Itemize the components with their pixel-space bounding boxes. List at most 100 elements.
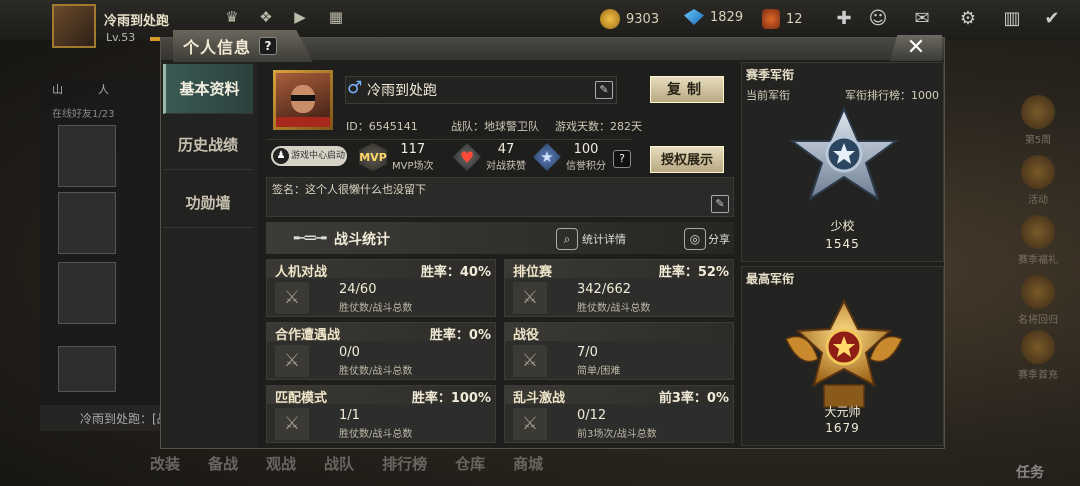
player-avatar[interactable] [273,70,333,130]
game-center-launch[interactable]: ♟ 游戏中心启动 [271,146,347,166]
share-link[interactable]: ◎ 分享 [684,228,730,250]
current-rank-label: 当前军衔 [746,89,790,102]
close-button[interactable]: ✕ [890,35,942,61]
edit-signature-icon[interactable]: ✎ [711,195,729,213]
signature-text: 签名：这个人很懒什么也没留下 [272,183,426,196]
mail-icon[interactable]: ✉ [910,8,934,30]
mode-rate: 胜率：100% [411,391,491,406]
avatar[interactable] [52,4,96,48]
friends-tab-1[interactable]: 山 [52,81,63,97]
mode-sub: 胜仗数/战斗总数 [339,429,413,440]
credit-label: 信誉积分 [566,161,606,172]
nav-ranking[interactable]: 排行榜 [382,453,427,474]
likes-stat: ♥ 47 对战获赞 [453,142,526,172]
nav-warehouse[interactable]: 仓库 [455,453,485,474]
current-rank-panel: 赛季军衔 当前军衔 军衔排行榜：1000 少校 1545 [741,62,944,262]
tab-honor-wall[interactable]: 功勋墙 [163,178,253,228]
major-rank-badge-icon [788,107,900,202]
magnifier-icon: ⌕ [556,228,578,250]
mode-rate: 前3率：0% [658,391,729,406]
mode-value: 0/12 [577,408,607,423]
mode-sub: 胜仗数/战斗总数 [339,366,413,377]
play-days: 游戏天数：282天 [555,120,642,133]
player-id: ID：6545141 [346,120,418,133]
book-icon[interactable]: ▥ [1000,8,1024,30]
player-team: 战队：地球警卫队 [451,120,539,133]
gear-icon[interactable]: ⚙ [956,8,980,30]
gem-icon [684,9,704,25]
launch-label: 游戏中心启动 [291,151,346,161]
mode-value: 24/60 [339,282,377,297]
mode-value: 1/1 [339,408,360,423]
mission-button[interactable]: 任务 [1016,462,1044,482]
friend-card[interactable] [58,262,116,324]
mode-card-coop[interactable]: 合作遭遇战 胜率：0% ⚔ 0/0 胜仗数/战斗总数 [266,322,496,380]
stats-detail-link[interactable]: ⌕ 统计详情 [556,228,626,250]
mode-sub: 前3场次/战斗总数 [577,429,657,440]
friend-card[interactable] [58,346,116,392]
mode-sub: 胜仗数/战斗总数 [577,303,651,314]
plus-icon[interactable]: ✚ [832,8,856,30]
highest-rank-panel: 最高军衔 大元帅 1679 [741,266,944,446]
nav-prepare[interactable]: 备战 [208,453,238,474]
current-rank-name: 少校 [830,219,855,233]
crown-icon[interactable]: ♛ [222,8,242,28]
mode-card-ranked[interactable]: 排位赛 胜率：52% ⚔ 342/662 胜仗数/战斗总数 [504,259,734,317]
season-rank-title: 赛季军衔 [746,68,795,82]
right-item-week[interactable]: 第5周 [1012,95,1064,146]
mode-card-match[interactable]: 匹配模式 胜率：100% ⚔ 1/1 胜仗数/战斗总数 [266,385,496,443]
right-item-activity[interactable]: 活动 [1012,155,1064,206]
authorize-display-button[interactable]: 授权展示 [650,146,724,173]
mode-name: 匹配模式 [275,391,328,406]
tab-basic-info[interactable]: 基本资料 [163,64,253,114]
profile-modal: 个人信息 ? ✕ 基本资料 历史战绩 功勋墙 ♂ 冷雨到处跑 ✎ 复制 ID：6… [160,30,945,449]
friends-icon[interactable]: ☺ [866,8,890,30]
gem-value: 1829 [710,9,744,25]
friend-card[interactable] [58,125,116,187]
share-label: 分享 [708,233,730,246]
copy-button[interactable]: 复制 [650,76,724,103]
edit-name-icon[interactable]: ✎ [595,81,613,99]
medal-counter[interactable]: 12 [762,9,803,29]
coin-counter[interactable]: 9303 [600,9,659,29]
crossed-swords-icon: ⚔ [513,282,547,314]
sign-icon[interactable]: ✔ [1040,8,1064,30]
friend-card[interactable] [58,192,116,254]
mode-value: 342/662 [577,282,632,297]
gem-counter[interactable]: 1829 [684,9,743,25]
mode-card-ai[interactable]: 人机对战 胜率：40% ⚔ 24/60 胜仗数/战斗总数 [266,259,496,317]
mvp-icon: MVP [359,143,387,171]
tab-history[interactable]: 历史战绩 [163,120,253,170]
friends-tab-2[interactable]: 人 [98,81,109,97]
mode-card-brawl[interactable]: 乱斗激战 前3率：0% ⚔ 0/12 前3场次/战斗总数 [504,385,734,443]
mode-name: 人机对战 [275,265,328,280]
grid-icon[interactable]: ▦ [326,8,346,28]
grand-marshal-badge-icon [784,299,904,408]
male-icon: ♂ [347,78,363,98]
right-item-season-gift[interactable]: 赛季福礼 [1012,215,1064,266]
rank-board-link[interactable]: 军衔排行榜：1000 [845,87,939,103]
modal-title-tab: 个人信息 ? [173,30,313,62]
coin-value: 9303 [626,11,660,27]
mode-value: 0/0 [339,345,360,360]
nav-shop[interactable]: 商城 [513,453,543,474]
right-item-return[interactable]: 名将回归 [1012,275,1064,326]
right-item-first-charge[interactable]: 赛季首充 [1012,330,1064,381]
mode-card-campaign[interactable]: 战役 ⚔ 7/0 简单/困难 [504,322,734,380]
current-rank-score: 1545 [825,237,860,251]
nav-modify[interactable]: 改装 [150,453,180,474]
player-name: 冷雨到处跑 [367,83,437,99]
likes-label: 对战获赞 [486,161,526,172]
play-icon[interactable]: ▶ [290,8,310,28]
mvp-stat: MVP 117 MVP场次 [359,142,434,172]
chat-bar[interactable]: 冷雨到处跑：[战 [40,405,175,431]
nav-team[interactable]: 战队 [324,453,354,474]
highest-rank-score: 1679 [825,421,860,435]
gift-icon[interactable]: ❖ [256,8,276,28]
crossed-swords-icon: ⚔ [275,408,309,440]
nav-watch[interactable]: 观战 [266,453,296,474]
mode-name: 战役 [513,328,540,343]
help-icon[interactable]: ? [259,37,278,55]
mode-name: 乱斗激战 [513,391,566,406]
credit-help-icon[interactable]: ? [613,150,631,168]
